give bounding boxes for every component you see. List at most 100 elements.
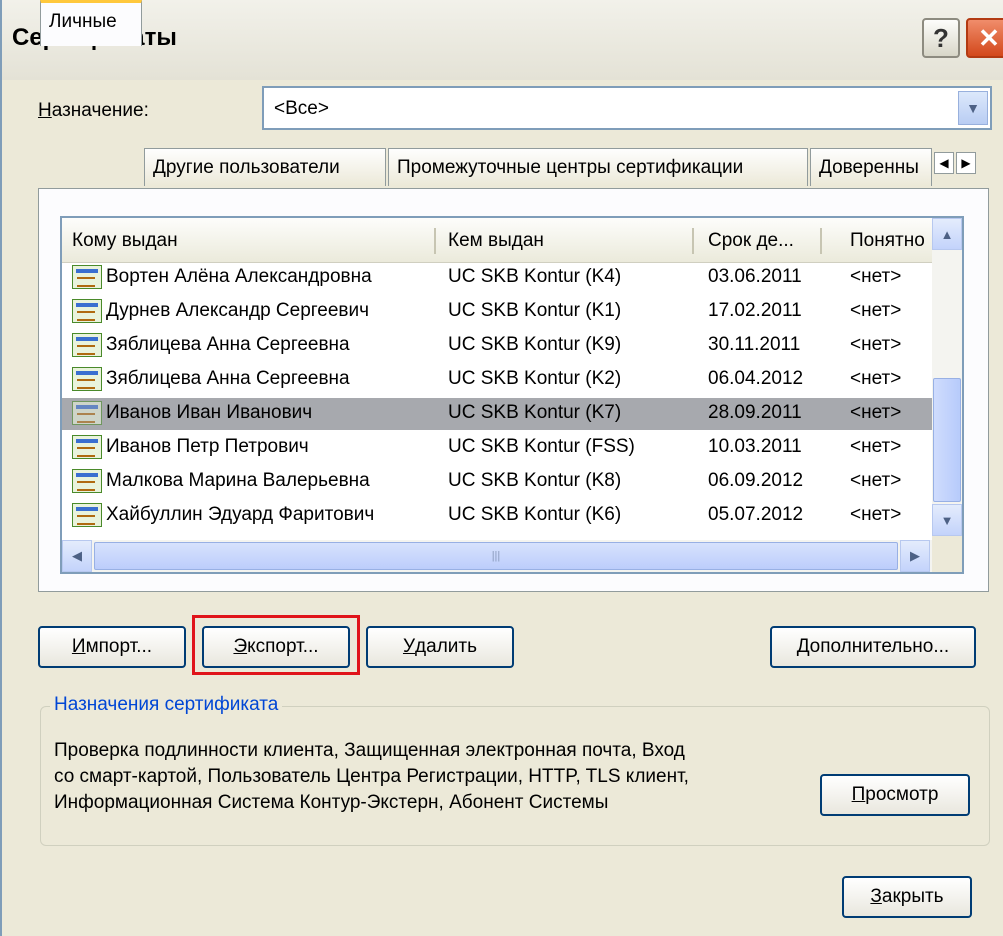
cell-expires: 05.07.2012 [708, 504, 804, 525]
certificate-icon [72, 435, 102, 459]
cell-issued-by: UC SKB Kontur (K6) [448, 504, 622, 525]
export-highlight-frame [192, 615, 360, 675]
close-window-button[interactable]: ✕ [966, 18, 1003, 58]
table-row[interactable]: Малкова Марина Валерьевна UC SKB Kontur … [62, 466, 932, 498]
purpose-line: Проверка подлинности клиента, Защищенная… [54, 740, 685, 761]
certificate-icon [72, 333, 102, 357]
close-label: акрыть [881, 886, 944, 907]
purpose-select[interactable]: <Все> ▼ [262, 86, 992, 130]
tab-intermediate-ca[interactable]: Промежуточные центры сертификации [388, 148, 808, 186]
advanced-access-key: Д [796, 636, 810, 657]
column-expiration[interactable]: Срок де... [708, 230, 818, 252]
column-separator[interactable] [820, 228, 822, 254]
purpose-select-value: <Все> [274, 98, 329, 119]
view-button[interactable]: Просмотр [820, 774, 970, 816]
certificate-icon [72, 401, 102, 425]
table-row-selected[interactable]: Иванов Иван Иванович UC SKB Kontur (K7) … [62, 398, 932, 430]
table-row[interactable]: Дурнев Александр Сергеевич UC SKB Kontur… [62, 296, 932, 328]
tab-other-users[interactable]: Другие пользователи [144, 148, 386, 186]
column-friendly-name[interactable]: Понятно [850, 230, 932, 252]
table-row[interactable]: Вортен Алёна Александровна UC SKB Kontur… [62, 262, 932, 294]
view-access-key: П [851, 784, 866, 805]
cell-issued-to: Зяблицева Анна Сергеевна [106, 368, 350, 389]
table-row[interactable]: Иванов Петр Петрович UC SKB Kontur (FSS)… [62, 432, 932, 464]
cell-expires: 06.09.2012 [708, 470, 804, 491]
delete-label: далить [415, 636, 478, 657]
certificate-purposes-title: Назначения сертификата [50, 694, 283, 716]
list-header: Кому выдан Кем выдан Срок де... Понятно [62, 218, 932, 263]
close-access-key: З [870, 886, 882, 907]
cell-issued-to: Иванов Иван Иванович [106, 402, 313, 423]
cell-friendly-name: <нет> [850, 470, 902, 491]
delete-button[interactable]: Удалить [366, 626, 514, 668]
table-row[interactable]: Зяблицева Анна Сергеевна UC SKB Kontur (… [62, 364, 932, 396]
cell-expires: 30.11.2011 [708, 334, 801, 355]
cell-friendly-name: <нет> [850, 402, 902, 423]
tab-scroll-right-icon[interactable]: ▶ [956, 152, 976, 174]
cell-friendly-name: <нет> [850, 266, 902, 287]
certificate-icon [72, 367, 102, 391]
scroll-down-icon[interactable]: ▼ [932, 504, 962, 536]
cell-issued-by: UC SKB Kontur (K9) [448, 334, 622, 355]
import-button[interactable]: Импорт... [38, 626, 186, 668]
certificates-dialog: Сертификаты ? ✕ Назначение: <Все> ▼ Личн… [0, 0, 1003, 936]
cell-issued-by: UC SKB Kontur (K4) [448, 266, 622, 287]
cell-issued-to: Хайбуллин Эдуард Фаритович [106, 504, 375, 525]
column-separator[interactable] [434, 228, 436, 254]
cell-issued-by: UC SKB Kontur (K8) [448, 470, 622, 491]
certificate-icon [72, 503, 102, 527]
vertical-scroll-thumb[interactable] [933, 378, 961, 502]
cell-expires: 06.04.2012 [708, 368, 804, 389]
column-issued-to[interactable]: Кому выдан [72, 230, 432, 252]
certificate-list[interactable]: Кому выдан Кем выдан Срок де... Понятно … [60, 216, 964, 574]
certificate-purposes-text: Проверка подлинности клиента, Защищенная… [54, 738, 814, 816]
purpose-line: Информационная Система Контур-Экстерн, А… [54, 792, 609, 813]
cell-issued-to: Дурнев Александр Сергеевич [106, 300, 370, 321]
delete-access-key: У [402, 636, 416, 657]
cell-issued-by: UC SKB Kontur (K7) [448, 402, 622, 423]
certificate-icon [72, 469, 102, 493]
tab-trusted[interactable]: Доверенны [810, 148, 932, 186]
vertical-scrollbar[interactable]: ▲ ▼ [932, 218, 962, 536]
chevron-down-icon[interactable]: ▼ [958, 91, 988, 125]
cell-friendly-name: <нет> [850, 368, 902, 389]
table-row[interactable]: Зяблицева Анна Сергеевна UC SKB Kontur (… [62, 330, 932, 362]
scroll-up-icon[interactable]: ▲ [932, 218, 962, 250]
scrollbar-corner [932, 536, 962, 572]
cell-issued-by: UC SKB Kontur (FSS) [448, 436, 635, 457]
advanced-label: ополнительно... [809, 636, 950, 657]
import-label: мпорт... [85, 636, 153, 657]
cell-expires: 28.09.2011 [708, 402, 802, 423]
cell-friendly-name: <нет> [850, 300, 902, 321]
cell-friendly-name: <нет> [850, 334, 902, 355]
column-issued-by[interactable]: Кем выдан [448, 230, 688, 252]
help-button[interactable]: ? [922, 18, 960, 58]
import-access-key: И [71, 636, 86, 657]
cell-issued-to: Зяблицева Анна Сергеевна [106, 334, 350, 355]
scroll-right-icon[interactable]: ▶ [900, 540, 930, 572]
view-label: росмотр [865, 784, 939, 805]
purpose-label: Назначение: [38, 100, 149, 122]
cell-friendly-name: <нет> [850, 504, 902, 525]
horizontal-scrollbar[interactable]: ◀ ||| ▶ [62, 540, 932, 572]
table-row[interactable]: Хайбуллин Эдуард Фаритович UC SKB Kontur… [62, 500, 932, 532]
scroll-left-icon[interactable]: ◀ [62, 540, 92, 572]
close-button[interactable]: Закрыть [842, 876, 972, 918]
tab-personal[interactable]: Личные [40, 0, 142, 46]
cell-expires: 17.02.2011 [708, 300, 802, 321]
tab-scroll-left-icon[interactable]: ◀ [934, 152, 954, 174]
horizontal-scroll-thumb[interactable]: ||| [94, 542, 898, 570]
purpose-line: со смарт-картой, Пользователь Центра Рег… [54, 766, 689, 787]
advanced-button[interactable]: Дополнительно... [770, 626, 976, 668]
title-bar[interactable]: Сертификаты ? ✕ [2, 0, 1003, 80]
cell-issued-by: UC SKB Kontur (K1) [448, 300, 622, 321]
purpose-label-rest: азначение: [51, 100, 149, 121]
cell-issued-by: UC SKB Kontur (K2) [448, 368, 622, 389]
column-separator[interactable] [692, 228, 694, 254]
cell-issued-to: Иванов Петр Петрович [106, 436, 309, 457]
purpose-label-access-key: Н [38, 100, 52, 121]
certificate-icon [72, 265, 102, 289]
cell-issued-to: Вортен Алёна Александровна [106, 266, 372, 287]
cell-expires: 03.06.2011 [708, 266, 802, 287]
cell-issued-to: Малкова Марина Валерьевна [106, 470, 370, 491]
